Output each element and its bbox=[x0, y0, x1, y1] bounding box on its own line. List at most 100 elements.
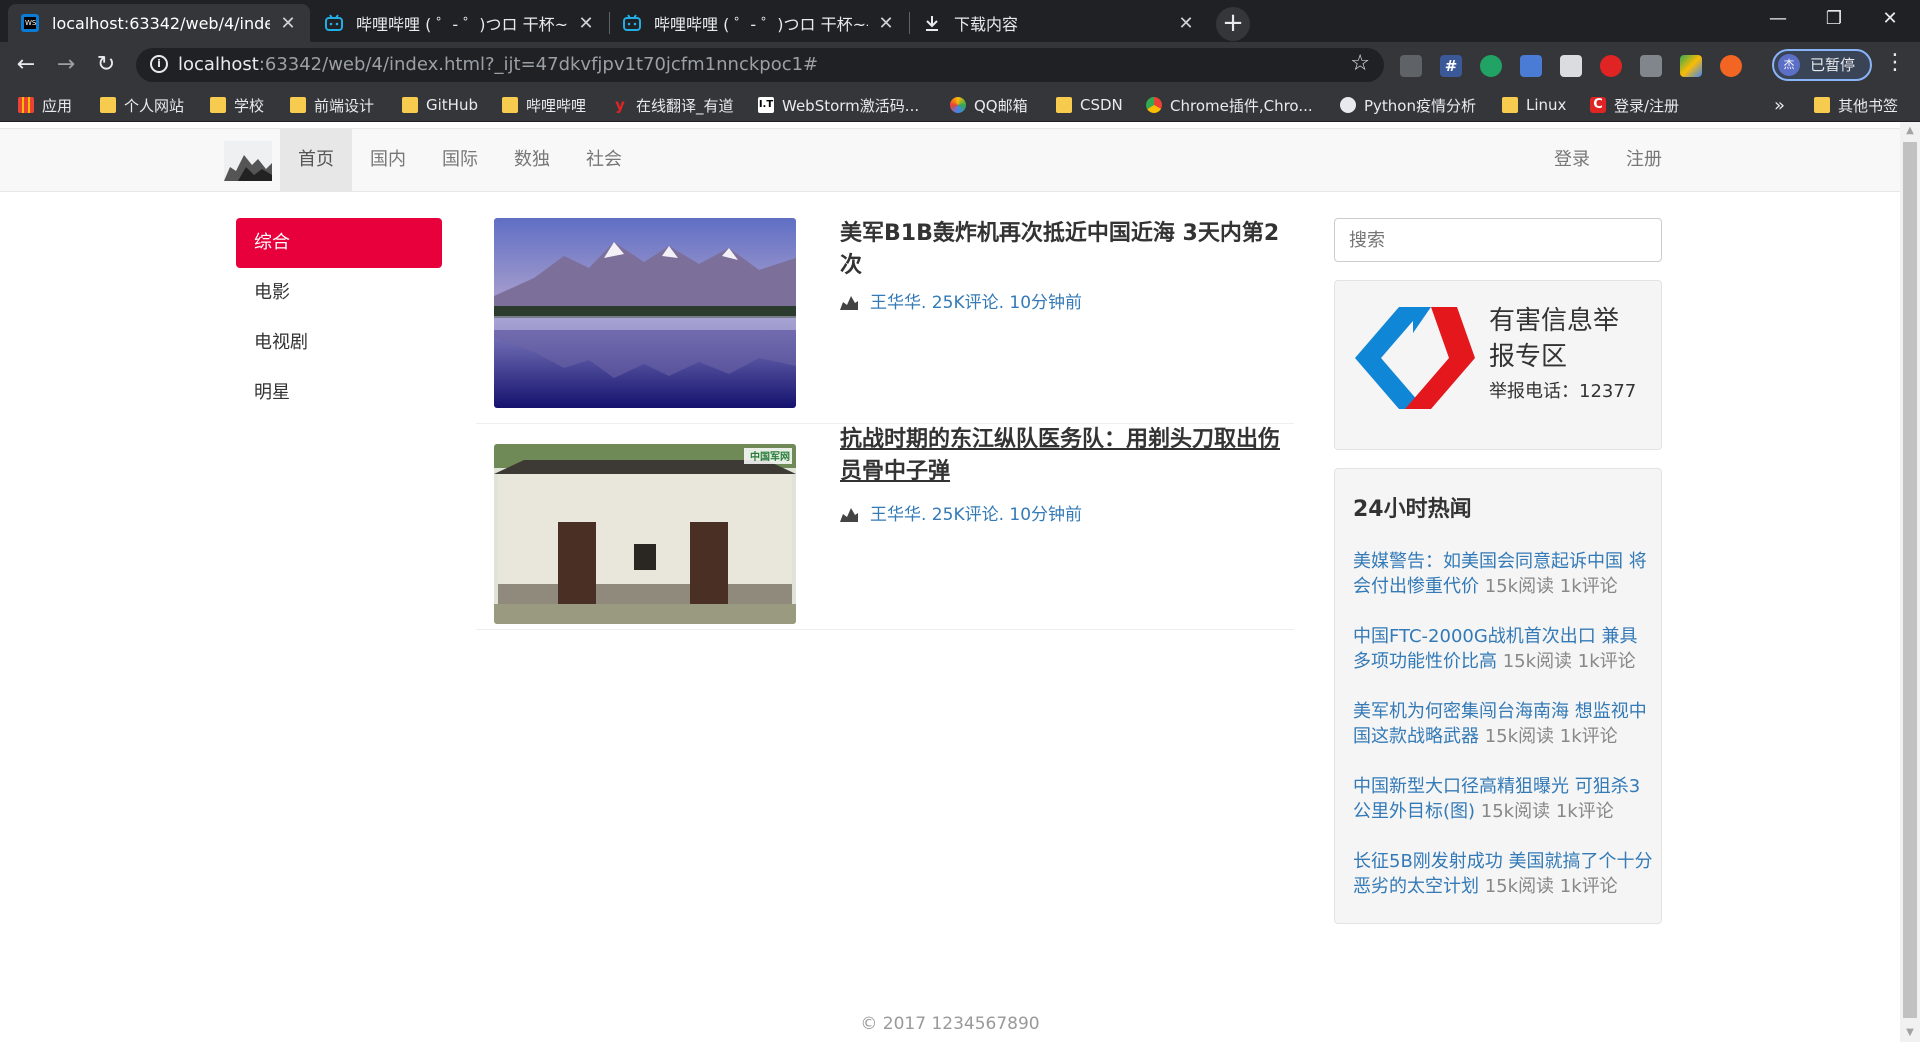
tab-localhost[interactable]: WS localhost:63342/web/4/index.html ✕ bbox=[8, 4, 310, 42]
nav-label: 国内 bbox=[370, 149, 406, 170]
sidebar-item-tv[interactable]: 电视剧 bbox=[236, 318, 442, 368]
url-text[interactable]: localhost:63342/web/4/index.html?_ijt=47… bbox=[178, 54, 818, 75]
bookmark-label: 前端设计 bbox=[314, 96, 375, 115]
login-link[interactable]: 登录 bbox=[1536, 129, 1608, 191]
hot-news-item[interactable]: 美媒警告：如美国会同意起诉中国 将会付出惨重代价 15k阅读 1k评论 bbox=[1353, 549, 1653, 599]
hot-news-item[interactable]: 中国FTC-2000G战机首次出口 兼具多项功能性价比高 15k阅读 1k评论 bbox=[1353, 624, 1653, 674]
hot-news-meta: 15k阅读 1k评论 bbox=[1502, 651, 1636, 672]
bookmark-qqmail[interactable]: QQ邮箱 bbox=[950, 94, 1028, 116]
bookmark-folder[interactable]: CSDN bbox=[1056, 94, 1123, 116]
folder-icon bbox=[100, 97, 116, 113]
hot-news-panel: 24小时热闻 美媒警告：如美国会同意起诉中国 将会付出惨重代价 15k阅读 1k… bbox=[1334, 468, 1662, 924]
hot-news-item[interactable]: 长征5B刚发射成功 美国就搞了个十分恶劣的太空计划 15k阅读 1k评论 bbox=[1353, 849, 1653, 899]
nav-item-international[interactable]: 国际 bbox=[424, 129, 496, 191]
login-label: 登录 bbox=[1554, 149, 1590, 170]
nav-item-domestic[interactable]: 国内 bbox=[352, 129, 424, 191]
scrollbar-thumb[interactable] bbox=[1903, 142, 1917, 1018]
folder-icon bbox=[1814, 97, 1830, 113]
restore-icon[interactable]: ❐ bbox=[1806, 0, 1862, 40]
bookmark-folder[interactable]: Linux bbox=[1502, 94, 1566, 116]
bookmark-login[interactable]: C 登录/注册 bbox=[1590, 94, 1679, 116]
report-phone: 举报电话：12377 bbox=[1489, 381, 1637, 402]
bookmark-webstorm[interactable]: I.T WebStorm激活码... bbox=[758, 94, 919, 116]
menu-kebab-icon[interactable]: ⋮ bbox=[1880, 50, 1910, 75]
sidebar-item-movies[interactable]: 电影 bbox=[236, 268, 442, 318]
sidebar-item-label: 电视剧 bbox=[254, 332, 308, 353]
chrome-icon bbox=[1146, 97, 1162, 113]
extension-hash-icon[interactable]: # bbox=[1440, 55, 1462, 77]
nav-label: 国际 bbox=[442, 149, 478, 170]
site-navbar: 首页 国内 国际 数独 社会 登录 注册 bbox=[0, 128, 1900, 192]
youdao-icon: y bbox=[615, 96, 625, 114]
close-tab-icon[interactable]: ✕ bbox=[1176, 13, 1196, 34]
article-title[interactable]: 美军B1B轰炸机再次抵近中国近海 3天内第2次 bbox=[840, 218, 1280, 282]
reload-icon[interactable]: ↻ bbox=[88, 47, 124, 83]
profile-status: 已暂停 bbox=[1810, 56, 1856, 74]
bookmark-folder[interactable]: GitHub bbox=[402, 94, 478, 116]
bookmark-youdao[interactable]: y 在线翻译_有道 bbox=[612, 94, 733, 116]
forward-icon[interactable]: → bbox=[48, 47, 84, 83]
article-meta[interactable]: 王华华. 25K评论. 10分钟前 bbox=[840, 288, 1082, 313]
back-icon[interactable]: ← bbox=[8, 47, 44, 83]
hot-news-heading: 24小时热闻 bbox=[1353, 497, 1472, 522]
url-path: :63342/web/4/index.html?_ijt=47dkvfjpv1t… bbox=[258, 54, 819, 75]
bookmark-folder[interactable]: 哔哩哔哩 bbox=[502, 94, 586, 116]
site-logo[interactable] bbox=[224, 141, 272, 181]
google-drive-icon[interactable] bbox=[1680, 55, 1702, 77]
extension-adblock-icon[interactable] bbox=[1600, 55, 1622, 77]
bookmark-apps[interactable]: 应用 bbox=[18, 94, 72, 116]
nav-item-sudoku[interactable]: 数独 bbox=[496, 129, 568, 191]
scroll-up-icon[interactable]: ▲ bbox=[1900, 122, 1920, 140]
hot-news-meta: 15k阅读 1k评论 bbox=[1484, 876, 1618, 897]
address-bar[interactable]: i localhost:63342/web/4/index.html?_ijt=… bbox=[136, 48, 1384, 82]
tab-bilibili-2[interactable]: 哔哩哔哩 ( ゜- ゜)つロ 干杯~-bilibili ✕ bbox=[610, 4, 908, 42]
tab-bilibili-1[interactable]: 哔哩哔哩 ( ゜- ゜)つロ 干杯~-bilibili ✕ bbox=[312, 4, 608, 42]
vertical-scrollbar[interactable]: ▲ ▼ bbox=[1900, 122, 1920, 1042]
new-tab-button[interactable]: + bbox=[1216, 7, 1250, 41]
bookmark-folder[interactable]: 前端设计 bbox=[290, 94, 374, 116]
bookmark-star-icon[interactable]: ☆ bbox=[1350, 51, 1370, 76]
scroll-down-icon[interactable]: ▼ bbox=[1900, 1024, 1920, 1042]
bookmark-folder[interactable]: 学校 bbox=[210, 94, 264, 116]
bookmark-folder[interactable]: 个人网站 bbox=[100, 94, 184, 116]
close-tab-icon[interactable]: ✕ bbox=[876, 13, 896, 34]
register-link[interactable]: 注册 bbox=[1608, 129, 1680, 191]
tab-downloads[interactable]: 下载内容 ✕ bbox=[910, 4, 1208, 42]
extension-note-icon[interactable] bbox=[1560, 55, 1582, 77]
sidebar-item-stars[interactable]: 明星 bbox=[236, 368, 442, 418]
minimize-icon[interactable]: — bbox=[1750, 0, 1806, 40]
close-tab-icon[interactable]: ✕ bbox=[576, 13, 596, 34]
bookmark-chrome-plugins[interactable]: Chrome插件,Chro... bbox=[1146, 94, 1313, 116]
bookmarks-overflow-button[interactable]: » bbox=[1774, 94, 1785, 116]
old-house-photo[interactable]: 中国军网 bbox=[494, 444, 796, 624]
hot-news-item[interactable]: 美军机为何密集闯台海南海 想监视中国这款战略武器 15k阅读 1k评论 bbox=[1353, 699, 1653, 749]
bookmark-python[interactable]: Python疫情分析 bbox=[1340, 94, 1476, 116]
site-info-icon[interactable]: i bbox=[150, 55, 168, 73]
extension-reader-icon[interactable] bbox=[1400, 55, 1422, 77]
sidebar-item-label: 综合 bbox=[254, 232, 290, 253]
search-input[interactable] bbox=[1334, 218, 1662, 262]
article-meta[interactable]: 王华华. 25K评论. 10分钟前 bbox=[840, 500, 1082, 525]
nav-item-society[interactable]: 社会 bbox=[568, 129, 640, 191]
article-title[interactable]: 抗战时期的东江纵队医务队：用剃头刀取出伤员骨中子弹 bbox=[840, 424, 1280, 488]
mountain-lake-photo[interactable] bbox=[494, 218, 796, 408]
sidebar-item-general[interactable]: 综合 bbox=[236, 218, 442, 268]
other-bookmarks[interactable]: 其他书签 bbox=[1814, 94, 1898, 116]
bilibili-favicon-icon bbox=[324, 13, 344, 33]
close-window-icon[interactable]: ✕ bbox=[1862, 0, 1918, 40]
article-meta-text: 王华华. 25K评论. 10分钟前 bbox=[870, 505, 1083, 525]
hot-news-item[interactable]: 中国新型大口径高精狙曝光 可狙杀3公里外目标(图) 15k阅读 1k评论 bbox=[1353, 774, 1653, 824]
extension-cursor-icon[interactable] bbox=[1640, 55, 1662, 77]
register-label: 注册 bbox=[1626, 149, 1662, 170]
report-panel[interactable]: 有害信息举报专区 举报电话：12377 bbox=[1334, 280, 1662, 450]
author-avatar-icon bbox=[840, 295, 858, 310]
extension-translate-icon[interactable] bbox=[1520, 55, 1542, 77]
bookmark-label: 其他书签 bbox=[1838, 96, 1899, 115]
article-item: 中国军网 抗战时期的东江纵队医务队：用剃头刀取出伤员骨中子弹 王华华. 25K评… bbox=[476, 424, 1294, 630]
nav-item-home[interactable]: 首页 bbox=[280, 129, 352, 191]
close-tab-icon[interactable]: ✕ bbox=[278, 13, 298, 34]
profile-button[interactable]: 杰 已暂停 bbox=[1772, 49, 1872, 81]
extension-infinity-icon[interactable] bbox=[1720, 55, 1742, 77]
article-item: 美军B1B轰炸机再次抵近中国近海 3天内第2次 王华华. 25K评论. 10分钟… bbox=[476, 218, 1294, 424]
extension-grammarly-icon[interactable] bbox=[1480, 55, 1502, 77]
